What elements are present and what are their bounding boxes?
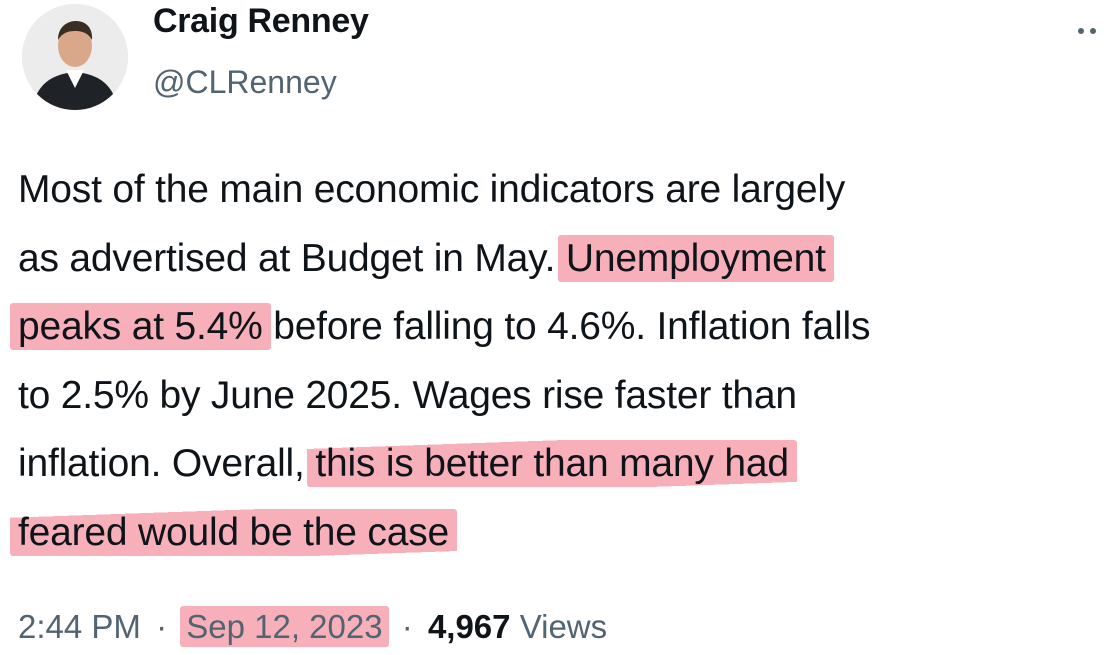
author-display-name[interactable]: Craig Renney <box>153 2 369 41</box>
more-dot <box>1090 28 1096 34</box>
views-count[interactable]: 4,967 <box>428 608 511 645</box>
meta-separator: · <box>401 608 413 645</box>
tweet-line: to 2.5% by June 2025. Wages rise faster … <box>18 362 1118 431</box>
highlighted-text: peaks at 5.4% <box>10 303 271 350</box>
tweet-text-segment: inflation. Overall, <box>18 442 316 485</box>
tweet-text-segment: to 2.5% by June 2025. Wages rise faster … <box>18 373 797 417</box>
tweet-meta: 2:44 PM · Sep 12, 2023 · 4,967 Views <box>18 606 607 647</box>
tweet-line: as advertised at Budget in May. Unemploy… <box>18 225 1118 294</box>
avatar[interactable] <box>22 4 128 110</box>
tweet-date[interactable]: Sep 12, 2023 <box>180 606 389 647</box>
more-dots-icon[interactable] <box>1078 16 1116 46</box>
author-handle[interactable]: @CLRenney <box>153 64 337 101</box>
tweet-text-segment: before falling to 4.6%. Inflation falls <box>262 305 871 348</box>
tweet-time[interactable]: 2:44 PM <box>18 608 141 645</box>
highlighted-text: feared would be the case <box>10 508 457 556</box>
tweet-line: feared would be the case <box>10 499 1118 568</box>
tweet-text-segment: Most of the main economic indicators are… <box>18 168 846 211</box>
views-label[interactable]: Views <box>520 608 607 645</box>
tweet-line: peaks at 5.4% before falling to 4.6%. In… <box>10 293 1118 362</box>
tweet-text-segment: as advertised at Budget in May. <box>18 236 566 280</box>
meta-separator: · <box>156 608 168 645</box>
profile-photo-avatar <box>22 4 128 110</box>
highlighted-text: this is better than many had <box>307 440 797 487</box>
tweet-line: inflation. Overall, this is better than … <box>18 430 1118 499</box>
tweet-line: Most of the main economic indicators are… <box>18 156 1118 225</box>
more-dot <box>1078 28 1084 34</box>
tweet-text: Most of the main economic indicators are… <box>10 156 1118 568</box>
highlighted-text: Unemployment <box>557 234 834 282</box>
